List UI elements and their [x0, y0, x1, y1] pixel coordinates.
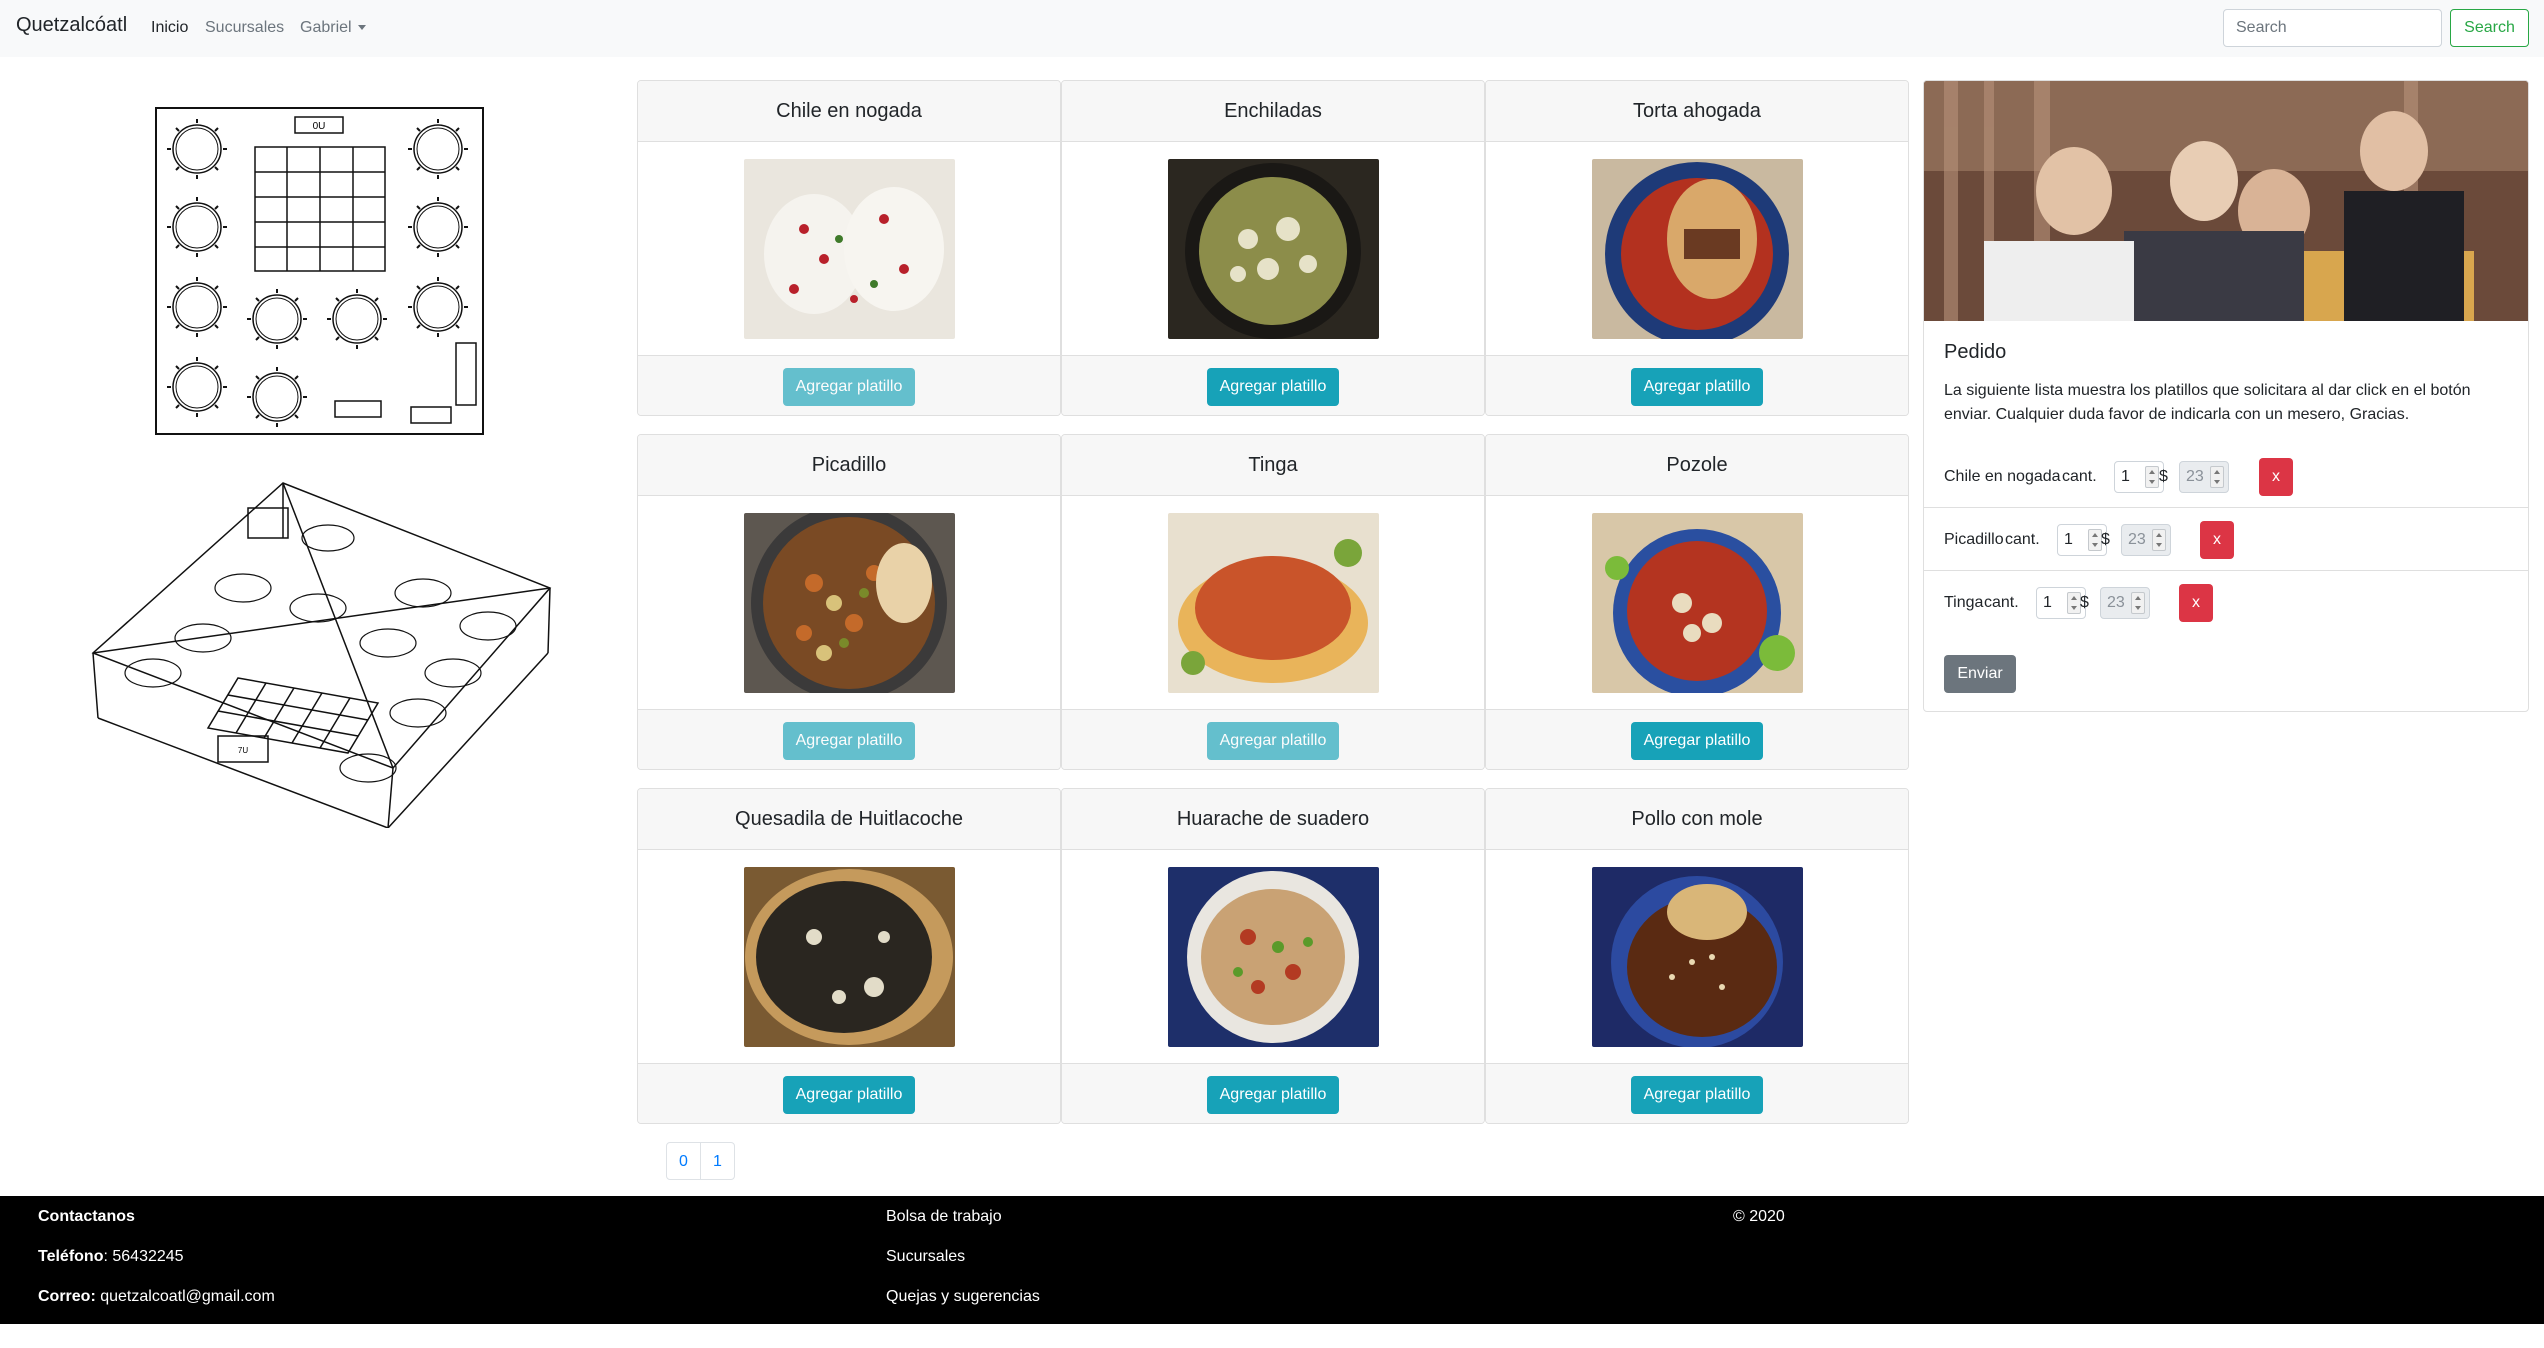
qty-stepper[interactable]: 1: [2114, 460, 2164, 493]
dish-photo: [1167, 512, 1379, 693]
price-field: 23: [2179, 460, 2229, 493]
footer-email: Correo: quetzalcoatl@gmail.com: [38, 1288, 275, 1306]
dish-card: Picadillo Agregar platillo: [637, 434, 1061, 770]
remove-item-button[interactable]: x: [2200, 520, 2234, 559]
dish-card: Quesadila de Huitlacoche Agregar platillo: [637, 788, 1061, 1124]
spinner-icon[interactable]: [2145, 465, 2159, 488]
qty-label: cant.: [2062, 467, 2097, 485]
dish-card: Tinga Agregar platillo: [1061, 434, 1485, 770]
nav-sucursales[interactable]: Sucursales: [205, 19, 284, 37]
nav-inicio[interactable]: Inicio: [151, 19, 188, 37]
add-dish-button[interactable]: Agregar platillo: [1630, 1075, 1764, 1114]
footer-link-branches[interactable]: Sucursales: [886, 1248, 965, 1266]
spinner-icon[interactable]: [2067, 591, 2081, 614]
dish-name: Pozole: [1486, 435, 1908, 496]
dish-name: Huarache de suadero: [1062, 789, 1484, 850]
brand-logo[interactable]: Quetzalcóatl: [16, 14, 127, 37]
spinner-icon: [2210, 465, 2224, 488]
add-dish-button[interactable]: Agregar platillo: [1630, 367, 1764, 406]
dish-photo: [743, 158, 955, 339]
order-item-name: Tinga: [1944, 593, 1984, 611]
qty-label: cant.: [2005, 530, 2040, 548]
email-label: Correo:: [38, 1288, 96, 1305]
footer-link-jobs[interactable]: Bolsa de trabajo: [886, 1208, 1002, 1226]
add-dish-button[interactable]: Agregar platillo: [782, 367, 916, 406]
footer-contact-title: Contactanos: [38, 1208, 135, 1225]
footer-copyright: © 2020: [1733, 1208, 1785, 1225]
dish-card: Pollo con mole Agregar platillo: [1485, 788, 1909, 1124]
footer-link-complaints[interactable]: Quejas y sugerencias: [886, 1288, 1040, 1306]
search-input[interactable]: [2223, 9, 2442, 47]
qty-stepper[interactable]: 1: [2057, 523, 2107, 556]
add-dish-button[interactable]: Agregar platillo: [1206, 1075, 1340, 1114]
dish-card: Chile en nogada Agregar platillo: [637, 80, 1061, 416]
add-dish-button[interactable]: Agregar platillo: [782, 1075, 916, 1114]
qty-stepper[interactable]: 1: [2036, 586, 2086, 619]
dish-name: Picadillo: [638, 435, 1060, 496]
dish-name: Torta ahogada: [1486, 81, 1908, 142]
footer-phone: Teléfono: 56432245: [38, 1248, 184, 1265]
add-dish-button[interactable]: Agregar platillo: [782, 721, 916, 760]
order-item-name: Picadillo: [1944, 530, 2004, 548]
plan-label: 0U: [313, 121, 326, 132]
dish-card: Enchiladas Agregar platillo: [1061, 80, 1485, 416]
dish-photo: [743, 512, 955, 693]
dish-photo: [1591, 158, 1803, 339]
chevron-down-icon: [357, 25, 366, 31]
restaurant-photo: [1924, 81, 2528, 321]
stage-label: 7U: [238, 746, 248, 755]
dish-photo: [1591, 866, 1803, 1047]
page-link-1[interactable]: 1: [700, 1142, 735, 1180]
add-dish-button[interactable]: Agregar platillo: [1206, 721, 1340, 760]
dish-name: Chile en nogada: [638, 81, 1060, 142]
dish-photo: [1167, 866, 1379, 1047]
order-title: Pedido: [1944, 341, 2007, 363]
dish-photo: [1167, 158, 1379, 339]
dish-name: Quesadila de Huitlacoche: [638, 789, 1060, 850]
user-name: Gabriel: [300, 19, 352, 36]
order-item: Chile en nogada cant. 1 $23 x: [1924, 445, 2528, 508]
dish-card: Pozole Agregar platillo: [1485, 434, 1909, 770]
add-dish-button[interactable]: Agregar platillo: [1206, 367, 1340, 406]
dish-name: Tinga: [1062, 435, 1484, 496]
search-button[interactable]: Search: [2450, 9, 2529, 47]
dish-name: Enchiladas: [1062, 81, 1484, 142]
spinner-icon: [2131, 591, 2145, 614]
nav-user-dropdown[interactable]: Gabriel: [300, 19, 366, 37]
floor-plan-image: 0U: [155, 107, 484, 435]
price-symbol: $: [2080, 593, 2089, 611]
spinner-icon: [2152, 528, 2166, 551]
navbar: Quetzalcóatl Inicio Sucursales Gabriel S…: [0, 0, 2544, 57]
order-item: Picadillo cant. 1 $23 x: [1924, 507, 2528, 570]
order-item-name: Chile en nogada: [1944, 467, 2061, 485]
phone-label: Teléfono: [38, 1248, 104, 1265]
price-symbol: $: [2101, 530, 2110, 548]
order-panel: Pedido La siguiente lista muestra los pl…: [1923, 80, 2529, 712]
dish-card: Torta ahogada Agregar platillo: [1485, 80, 1909, 416]
email-value: quetzalcoatl@gmail.com: [100, 1288, 275, 1305]
phone-value: 56432245: [112, 1248, 184, 1265]
price-symbol: $: [2159, 467, 2168, 485]
footer: Contactanos Teléfono: 56432245 Correo: q…: [0, 1196, 2544, 1324]
price-field: 23: [2121, 523, 2171, 556]
page-link-0[interactable]: 0: [666, 1142, 701, 1180]
qty-label: cant.: [1984, 593, 2019, 611]
dish-photo: [1591, 512, 1803, 693]
remove-item-button[interactable]: x: [2179, 583, 2213, 622]
order-item: Tinga cant. 1 $23 x: [1924, 570, 2528, 633]
tent-3d-image: 7U: [91, 482, 552, 828]
add-dish-button[interactable]: Agregar platillo: [1630, 721, 1764, 760]
dish-name: Pollo con mole: [1486, 789, 1908, 850]
dish-card: Huarache de suadero Agregar platillo: [1061, 788, 1485, 1124]
dish-photo: [743, 866, 955, 1047]
remove-item-button[interactable]: x: [2259, 457, 2293, 496]
send-order-button[interactable]: Enviar: [1944, 655, 2016, 693]
spinner-icon[interactable]: [2088, 528, 2102, 551]
order-description: La siguiente lista muestra los platillos…: [1944, 382, 2471, 423]
price-field: 23: [2100, 586, 2150, 619]
